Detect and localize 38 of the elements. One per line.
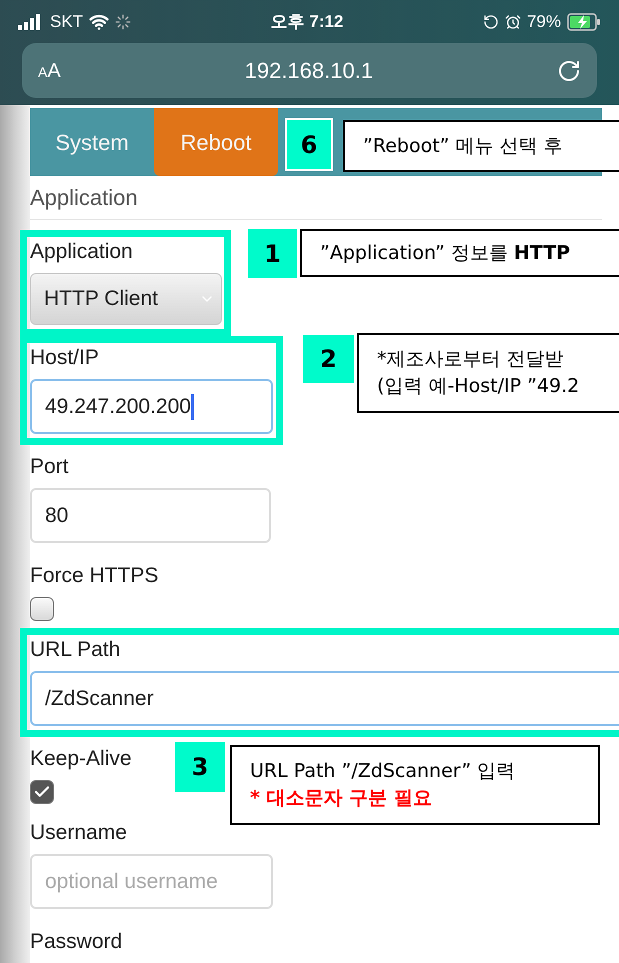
tab[interactable]: System	[30, 108, 154, 176]
text-field[interactable]: /ZdScanner	[30, 671, 619, 726]
reload-icon[interactable]	[557, 58, 581, 82]
step-number: 1	[248, 229, 297, 278]
section-title: Application	[30, 184, 138, 212]
step-number: 6	[285, 118, 333, 171]
loading-icon	[115, 14, 132, 30]
field-label: Port	[30, 454, 69, 480]
tab[interactable]: Reboot	[154, 108, 278, 176]
address-bar[interactable]: AA 192.168.10.1	[22, 43, 597, 98]
callout-text: ”Application” 정보를 HTTP	[320, 240, 570, 266]
field-label: Host/IP	[30, 345, 99, 371]
callout-text: ”Reboot” 메뉴 선택 후	[363, 134, 563, 158]
callout-text: (입력 예-Host/IP ”49.2	[377, 374, 580, 399]
field-label: Keep-Alive	[30, 746, 132, 772]
field-label: URL Path	[30, 637, 120, 663]
field-label: Username	[30, 820, 127, 846]
checkbox[interactable]	[30, 780, 54, 804]
field-label: Password	[30, 929, 122, 955]
wifi-icon	[89, 12, 110, 32]
battery-percent: 79%	[526, 11, 561, 34]
callout-text: *제조사로부터 전달받	[377, 347, 564, 372]
carrier-name: SKT	[50, 11, 84, 34]
alarm-icon	[504, 14, 521, 30]
text-field[interactable]: 80	[30, 488, 271, 543]
callout-text: URL Path ”/ZdScanner” 입력	[250, 759, 516, 784]
text-size-button[interactable]: AA	[38, 56, 61, 86]
url-text: 192.168.10.1	[244, 57, 374, 85]
step-number: 2	[303, 335, 354, 383]
application-select[interactable]: HTTP Client	[30, 273, 222, 325]
text-field[interactable]: 49.247.200.200	[30, 379, 273, 434]
field-label: Force HTTPS	[30, 563, 158, 589]
checkbox[interactable]	[30, 597, 54, 621]
warning-text: * 대소문자 구분 필요	[250, 786, 432, 811]
field-label: Application	[30, 239, 133, 265]
clock: 오후 7:12	[270, 11, 344, 34]
text-cursor	[190, 394, 194, 420]
step-number: 3	[175, 742, 225, 792]
